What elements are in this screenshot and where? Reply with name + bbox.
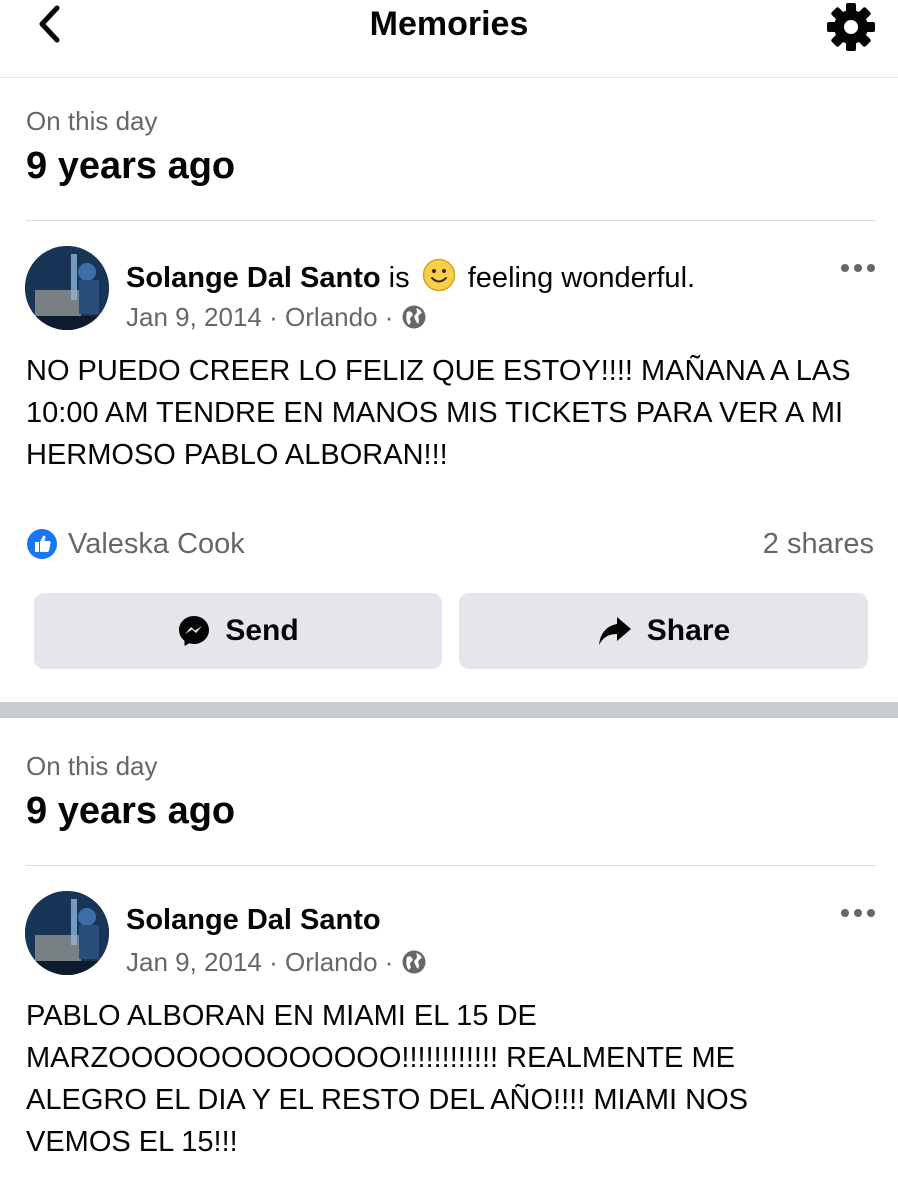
reactions-bar: Valeska Cook 2 shares xyxy=(26,526,874,562)
author-name[interactable]: Solange Dal Santo xyxy=(126,262,381,294)
avatar-photo xyxy=(25,891,109,975)
post-location[interactable]: Orlando xyxy=(285,947,378,977)
years-ago-heading: 9 years ago xyxy=(26,145,236,187)
share-label: Share xyxy=(646,614,731,647)
meta-separator: · xyxy=(269,947,278,977)
shares-count[interactable]: 2 shares xyxy=(763,526,874,562)
is-text: is xyxy=(388,262,410,294)
send-label: Send xyxy=(225,614,299,647)
share-arrow-icon xyxy=(598,617,631,645)
post-location[interactable]: Orlando xyxy=(285,302,378,332)
more-options-button[interactable] xyxy=(836,258,880,278)
avatar[interactable] xyxy=(25,891,109,975)
on-this-day-label: On this day xyxy=(26,751,158,781)
section-separator xyxy=(0,702,898,718)
post-date[interactable]: Jan 9, 2014 xyxy=(126,947,262,977)
top-bar: Memories xyxy=(0,0,898,78)
more-dots-icon xyxy=(841,264,875,272)
avatar-photo xyxy=(25,246,109,330)
share-button[interactable]: Share xyxy=(459,593,868,669)
smiley-emoji-icon xyxy=(422,258,455,292)
author-name[interactable]: Solange Dal Santo xyxy=(126,904,381,936)
back-button[interactable] xyxy=(30,4,70,44)
meta-separator: · xyxy=(269,302,278,332)
post-meta: Jan 9, 2014 · Orlando · xyxy=(126,302,427,332)
avatar[interactable] xyxy=(25,246,109,330)
post-text: PABLO ALBORAN EN MIAMI EL 15 DE MARZOOOO… xyxy=(26,1000,749,1158)
globe-icon xyxy=(402,950,426,974)
feeling-text: feeling wonderful. xyxy=(467,262,696,294)
globe-icon xyxy=(402,305,426,329)
years-ago-heading: 9 years ago xyxy=(26,790,236,832)
post-text: NO PUEDO CREER LO FELIZ QUE ESTOY!!!! MA… xyxy=(26,355,851,471)
meta-separator: · xyxy=(384,947,394,977)
divider xyxy=(26,220,876,221)
settings-button[interactable] xyxy=(824,0,878,54)
gear-icon xyxy=(827,3,875,51)
more-options-button[interactable] xyxy=(836,903,880,923)
reactor-name[interactable]: Valeska Cook xyxy=(68,526,245,562)
post-header: Solange Dal Santo is feeling wonderful. xyxy=(126,258,695,295)
on-this-day-label: On this day xyxy=(26,106,158,136)
messenger-icon xyxy=(179,616,210,646)
meta-separator: · xyxy=(384,302,394,332)
post-header: Solange Dal Santo xyxy=(126,903,381,937)
chevron-left-icon xyxy=(39,5,60,43)
more-dots-icon xyxy=(841,909,875,917)
page-title: Memories xyxy=(369,5,529,43)
post-meta: Jan 9, 2014 · Orlando · xyxy=(126,947,427,977)
post-date[interactable]: Jan 9, 2014 xyxy=(126,302,262,332)
divider xyxy=(26,865,876,866)
like-icon[interactable] xyxy=(26,528,58,560)
send-button[interactable]: Send xyxy=(34,593,442,669)
